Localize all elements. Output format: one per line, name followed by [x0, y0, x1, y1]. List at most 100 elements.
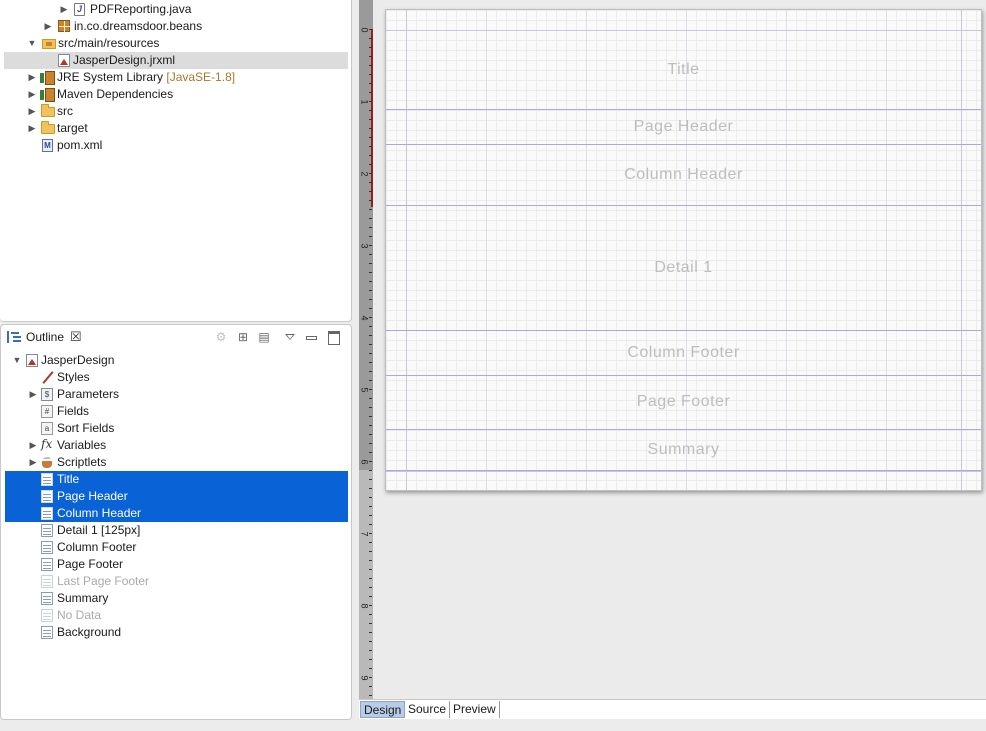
tree-item-label: Maven Dependencies: [57, 87, 174, 101]
report-designer-canvas[interactable]: 0 1 2 3 4 5 6 7 8 9 Title Page Header Co…: [359, 0, 986, 699]
tab-source[interactable]: Source: [405, 701, 451, 718]
band-separator[interactable]: [386, 429, 981, 430]
tree-item-src[interactable]: ▶ src: [4, 103, 348, 120]
tree-item-beans-package[interactable]: ▶ in.co.dreamsdoor.beans: [4, 18, 348, 35]
expand-arrow-icon[interactable]: ▶: [58, 1, 70, 18]
outline-item-styles[interactable]: Styles: [5, 369, 348, 386]
library-decoration: [JavaSE-1.8]: [166, 70, 236, 84]
tree-item-target[interactable]: ▶ target: [4, 120, 348, 137]
band-summary-label[interactable]: Summary: [386, 441, 981, 459]
collapse-all-icon[interactable]: ▤: [256, 329, 272, 345]
expand-arrow-icon[interactable]: ▶: [26, 120, 38, 137]
ruler-tick: [369, 407, 372, 408]
ruler-tick: [369, 92, 372, 93]
ruler-label: 0: [359, 27, 370, 33]
expand-arrow-icon[interactable]: ▶: [27, 386, 39, 403]
band-separator[interactable]: [386, 375, 981, 376]
ruler-tick: [369, 200, 372, 201]
tree-item-pdfreporting[interactable]: ▶ J PDFReporting.java: [4, 1, 348, 18]
band-icon: [41, 490, 53, 503]
expand-arrow-icon[interactable]: ▶: [27, 437, 39, 454]
tab-preview[interactable]: Preview: [450, 701, 500, 718]
outline-item-parameters[interactable]: ▶ $ Parameters: [5, 386, 348, 403]
outline-root-jasperdesign[interactable]: ▼ JasperDesign: [5, 352, 348, 369]
outline-panel: Outline ☒ ⚙ ⊞ ▤ ▼ JasperDesign Styles ▶ …: [0, 324, 352, 720]
ruler-tick: [369, 56, 372, 57]
band-separator[interactable]: [386, 470, 981, 471]
band-page-header-label[interactable]: Page Header: [386, 118, 981, 136]
ruler-tick: [369, 668, 372, 669]
outline-item-background-band[interactable]: Background: [5, 624, 348, 641]
band-separator[interactable]: [386, 330, 981, 331]
tree-view-icon[interactable]: ⊞: [235, 329, 251, 345]
outline-item-column-header-band[interactable]: Column Header: [5, 505, 348, 522]
library-name: JRE System Library: [57, 70, 164, 84]
ruler-tick: [369, 353, 372, 354]
parameters-icon: $: [41, 388, 53, 401]
outline-item-sort-fields[interactable]: a Sort Fields: [5, 420, 348, 437]
band-icon: [41, 592, 53, 605]
outline-item-variables[interactable]: ▶ fx Variables: [5, 437, 348, 454]
band-separator[interactable]: [386, 109, 981, 110]
outline-item-page-footer-band[interactable]: Page Footer: [5, 556, 348, 573]
band-page-footer-label[interactable]: Page Footer: [386, 393, 981, 411]
ruler-tick: [369, 488, 372, 489]
tree-item-jasperdesign-jrxml[interactable]: JasperDesign.jrxml: [4, 52, 348, 69]
expand-arrow-icon[interactable]: ▶: [27, 454, 39, 471]
tree-item-pom-xml[interactable]: M pom.xml: [4, 137, 348, 154]
outline-item-scriptlets[interactable]: ▶ Scriptlets: [5, 454, 348, 471]
expand-arrow-icon[interactable]: ▶: [26, 69, 38, 86]
app-window: ▶ J PDFReporting.java ▶ in.co.dreamsdoor…: [0, 0, 986, 731]
tree-item-label: src: [57, 104, 73, 118]
link-with-editor-icon[interactable]: ⚙: [213, 329, 229, 345]
band-separator[interactable]: [386, 205, 981, 206]
outline-item-last-page-footer-band[interactable]: Last Page Footer: [5, 573, 348, 590]
outline-item-summary-band[interactable]: Summary: [5, 590, 348, 607]
band-title-label[interactable]: Title: [386, 61, 981, 79]
outline-item-fields[interactable]: # Fields: [5, 403, 348, 420]
band-column-header-label[interactable]: Column Header: [386, 166, 981, 184]
band-icon: [41, 558, 53, 571]
collapse-arrow-icon[interactable]: ▼: [11, 352, 23, 369]
outline-item-detail-band[interactable]: Detail 1 [125px]: [5, 522, 348, 539]
tree-item-maven-dependencies[interactable]: ▶ Maven Dependencies: [4, 86, 348, 103]
tree-item-src-main-resources[interactable]: ▼ src/main/resources: [4, 35, 348, 52]
tree-item-label: pom.xml: [57, 138, 103, 152]
ruler-tick: [369, 209, 372, 210]
ruler-tick: [369, 74, 372, 75]
ruler-tick: [369, 227, 372, 228]
ruler-tick: [369, 416, 372, 417]
tree-item-jre-system-library[interactable]: ▶ JRE System Library [JavaSE-1.8]: [4, 69, 348, 86]
expand-arrow-icon[interactable]: ▶: [42, 18, 54, 35]
ruler-tick: [369, 119, 372, 120]
tab-design[interactable]: Design: [360, 701, 406, 718]
band-column-footer-label[interactable]: Column Footer: [386, 344, 981, 362]
maximize-icon[interactable]: [325, 329, 341, 345]
report-page[interactable]: Title Page Header Column Header Detail 1…: [385, 9, 982, 491]
close-icon[interactable]: ☒: [70, 329, 82, 345]
minimize-icon[interactable]: [303, 329, 319, 345]
tree-item-label: No Data: [57, 608, 102, 622]
ruler-tick: [369, 641, 372, 642]
band-icon: [41, 609, 53, 622]
band-detail-label[interactable]: Detail 1: [386, 259, 981, 277]
source-folder-icon: [42, 39, 56, 49]
outline-item-page-header-band[interactable]: Page Header: [5, 488, 348, 505]
right-margin-guide: [961, 10, 962, 490]
band-separator[interactable]: [386, 144, 981, 145]
outline-item-no-data-band[interactable]: No Data: [5, 607, 348, 624]
collapse-arrow-icon[interactable]: ▼: [26, 35, 38, 52]
expand-arrow-icon[interactable]: ▶: [26, 103, 38, 120]
tree-item-label: JasperDesign.jrxml: [73, 53, 176, 67]
outline-view-tab[interactable]: Outline ☒ ⚙ ⊞ ▤: [1, 325, 351, 350]
outline-item-title-band[interactable]: Title: [5, 471, 348, 488]
view-menu-icon[interactable]: [282, 329, 298, 345]
library-icon: [40, 71, 55, 85]
ruler-label: 1: [359, 99, 370, 105]
outline-item-column-footer-band[interactable]: Column Footer: [5, 539, 348, 556]
ruler-tick: [369, 29, 372, 30]
ruler-tick: [369, 614, 372, 615]
ruler-tick: [369, 236, 372, 237]
expand-arrow-icon[interactable]: ▶: [26, 86, 38, 103]
ruler-label: 9: [359, 675, 370, 681]
